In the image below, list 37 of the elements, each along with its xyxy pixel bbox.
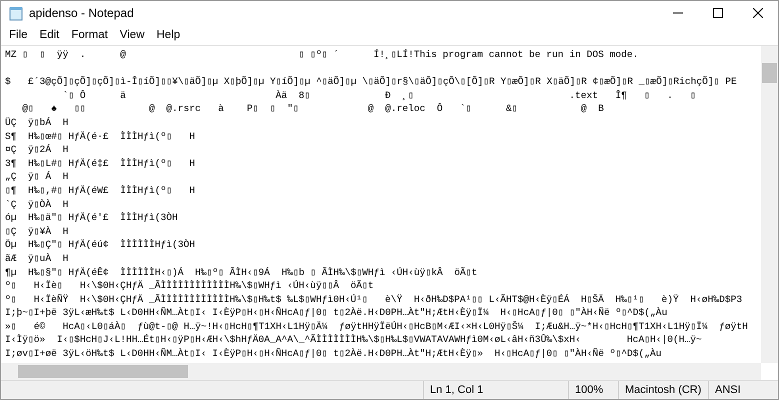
status-text: ANSI — [708, 381, 778, 399]
vertical-scrollbar[interactable] — [761, 46, 778, 363]
status-text: Ln 1, Col 1 — [423, 381, 568, 399]
text-line: `Ç ÿ▯ÒÀ H — [5, 198, 68, 212]
close-icon — [753, 8, 763, 18]
text-line: ▯¶ H‰▯,#▯ HƒÄ(éW£ ÌÌÌHƒì(º▯ H — [5, 184, 196, 198]
text-line: I‹Ìÿ▯ö» I‹▯$HcH▯J‹L!HH…Ét▯H‹▯ÿP▯H‹ÆH‹\$hHƒÄ0A_A^A\_^ÃÌÌÌÌÌÌÌH‰\$▯H‰L$▯VWATAVAWHƒì0M‹øL‹âH‹ñ3Û‰\$xH‹ HcA▯H‹|0(H…ÿ~ — [5, 333, 702, 348]
menu-item[interactable]: File — [3, 25, 34, 45]
text-line: º▯ H‹Ïè▯ H‹\$0H‹ÇHƒÄ _ÃÌÌÌÌÌÌÌÌÌÌÌÌH‰\$▯WHƒì ‹ÚH‹ùÿ▯▯Â öÃ▯t — [5, 279, 374, 293]
text-line: „Ç ÿ▯ Á H — [5, 170, 68, 184]
horizontal-scrollbar[interactable] — [1, 363, 761, 380]
status-text: 100% — [568, 381, 618, 399]
text-line: `▯ Ô ä Àä 8▯ Ð ¸▯ .text Î¶ ▯ . ▯ — [62, 88, 696, 102]
text-line: ¤Ç ÿ▯2Á H — [5, 143, 68, 157]
text-line: I;øv▯I+øë 3ÿL‹öH‰t$ L‹D0HH‹ÑM…Àt▯I‹ I‹ÈÿP▯H‹▯H‹ÑHcA▯ƒ|0▯ t▯2Àë.H‹D0PH…Àt"H;ÆtH‹Èÿ▯» H‹▯HcA▯ƒ|0▯ ▯"ÀH‹Ñë º▯^D$(„Àu — [5, 347, 662, 361]
menu-item[interactable]: View — [114, 25, 150, 45]
text-line: Öµ H‰▯Ç"▯ HƒÄ(éú¢ ÌÌÌÌÌÌHƒì(3ÒH — [5, 238, 196, 252]
text-line: »▯ é© HcA▯‹L0▯áÀ▯ ƒù@t-▯@ H…ÿ~!H‹▯HcH▯¶T1XH‹L1Hÿ▯Ä¼ ƒøÿtHHÿÏëÚH‹▯HcB▯M‹ÆI‹×H‹L0Hÿ▯Š¼ I;Æu&H…ÿ~*H‹▯HcH▯¶T1XH‹L1Hÿ▯Ï¼ ƒøÿtH — [5, 320, 748, 334]
text-line: @▯ ♠ ▯▯ @ @.rsrc à P▯ ▯ "▯ @ @.reloc Ô `▯ &▯ @ B — [21, 102, 604, 116]
text-line: ãÆ ÿ▯uÀ H — [5, 252, 68, 266]
text-line: 3¶ H‰▯L#▯ HƒÄ(é‡£ ÌÌÌHƒì(º▯ H — [5, 156, 196, 170]
text-line: S¶ H‰▯œ#▯ HƒÄ(é·£ ÌÌÌHƒì(º▯ H — [5, 130, 196, 144]
notepad-icon — [9, 6, 23, 20]
text-line: º▯ H‹ÏèÑŸ H‹\$0H‹ÇHƒÄ _ÃÌÌÌÌÌÌÌÌÌÌÌÌH‰\$▯H‰t$ ‰L$▯WHƒì0H‹Ú¹▯ è\Ÿ H‹ðH‰D$PA¹▯▯ L‹ÃHT$@H‹Èÿ▯ÉÁ H▯ŠÄ H‰▯¹▯ è)Ÿ H‹øH‰D$P3 — [5, 292, 742, 306]
text-line: I;þ~▯I+þë 3ÿL‹æH‰t$ L‹D0HH‹ÑM…Àt▯I‹ I‹ÈÿP▯H‹▯H‹ÑHcA▯ƒ|0▯ t▯2Àë.H‹D0PH…Àt"H;ÆtH‹Èÿ▯Ï¼ H‹▯HcA▯ƒ|0▯ ▯"ÀH‹Ñë º▯^D$(„Àu — [5, 306, 668, 320]
text-line: MZ ▯ ▯ ÿÿ . @ ▯ ▯º▯ ´ Í!¸▯LÍ!This program cannot be run in DOS mode. — [5, 48, 638, 62]
menu-item[interactable]: Edit — [34, 25, 66, 45]
text-line: ¶µ H‰▯§"▯ HƒÄ(éÊ¢ ÌÌÌÌÌÌH‹▯)Á H‰▯º▯ ÃÌH‹▯9Á H‰▯b ▯ ÃÌH‰\$▯WHƒì ‹ÚH‹ùÿ▯kÂ öÃ▯t — [5, 266, 478, 280]
maximize-icon — [713, 8, 723, 18]
menu-item[interactable]: Help — [150, 25, 186, 45]
text-line: óµ H‰▯ä"▯ HƒÄ(é'£ ÌÌÌHƒì(3ÒH — [5, 211, 178, 225]
text-line: ▯Ç ÿ▯¥À H — [5, 224, 68, 238]
text-line: $ £´3@çÕ]▯çÕ]▯çÕ]▯ì-Î▯íÕ]▯▯¥\▯äÕ]▯µ X▯þÕ]▯µ Y▯íÕ]▯µ ^▯äÕ]▯µ \▯äÕ]▯r§\▯äÕ]▯çÕ\▯[Õ]▯R Y▯æÕ]▯R X▯äÕ]▯R ¢▯æÕ]▯R _▯æÕ]▯RichçÕ]▯ PE — [5, 75, 737, 89]
text-line: ÜÇ ÿ▯bÁ H — [5, 116, 68, 130]
window-title: apidenso - Notepad — [29, 6, 135, 20]
status-text: Macintosh (CR) — [618, 381, 708, 399]
menu-item[interactable]: Format — [65, 25, 114, 45]
